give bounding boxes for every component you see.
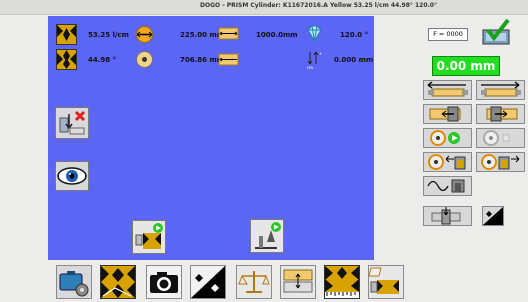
ruler-screen-button[interactable] <box>324 265 360 299</box>
stylus-angle-value: 120.0 ° <box>340 31 369 39</box>
main-panel: 53.25 l/cm 225.00 mm 1000.0mm 120.0 ° 44… <box>48 16 374 260</box>
waveform-button[interactable] <box>423 176 472 196</box>
window-title: DOGO - PRISM Cylinder: K11672016.A Yello… <box>200 2 437 9</box>
toolbox-settings-button[interactable] <box>56 265 92 299</box>
view-button[interactable] <box>55 161 89 191</box>
rotate-stop-button[interactable] <box>476 128 525 148</box>
sync-right-button[interactable] <box>476 152 525 172</box>
screen-pattern-button[interactable] <box>100 265 136 299</box>
angle-icon <box>56 49 77 70</box>
offset-value: 0.000 mm <box>334 56 374 64</box>
contrast-button[interactable] <box>482 206 504 226</box>
carriage-right-button[interactable] <box>476 104 525 124</box>
screen-icon <box>56 24 77 45</box>
angle-value: 44.98 ° <box>88 56 117 64</box>
cancel-depth-button[interactable] <box>55 107 89 139</box>
title-bar: DOGO - PRISM Cylinder: K11672016.A Yello… <box>0 0 528 15</box>
carriage-left-button[interactable] <box>423 104 472 124</box>
svg-text:rev: rev <box>307 65 314 70</box>
circumference-icon <box>134 24 155 45</box>
sync-left-button[interactable] <box>423 152 472 172</box>
offset-icon: rev + <box>304 49 325 70</box>
width-value: 1000.0mm <box>256 31 298 39</box>
lpi-value: 53.25 l/cm <box>88 31 129 39</box>
camera-button[interactable] <box>146 265 182 299</box>
rotate-play-button[interactable] <box>423 128 472 148</box>
contrast-adjust-button[interactable] <box>190 265 226 299</box>
play-engrave-button[interactable] <box>132 220 166 254</box>
diamond-icon <box>304 24 325 45</box>
length-icon <box>218 51 239 69</box>
play-test-cut-button[interactable] <box>250 219 284 253</box>
move-left-button[interactable] <box>423 80 472 100</box>
balance-button[interactable] <box>236 265 272 299</box>
depth-adjust-button[interactable] <box>280 265 316 299</box>
move-right-button[interactable] <box>476 80 525 100</box>
position-display: 0.00 mm <box>432 56 500 76</box>
width-icon <box>218 25 239 43</box>
cylinder-adjust-button[interactable] <box>423 206 472 226</box>
f-value-field: F = 0000 <box>428 28 468 41</box>
svg-text:+: + <box>319 51 322 56</box>
cylinder-pattern-button[interactable] <box>368 265 404 299</box>
accept-icon[interactable] <box>480 18 512 48</box>
diameter-icon <box>134 49 155 70</box>
